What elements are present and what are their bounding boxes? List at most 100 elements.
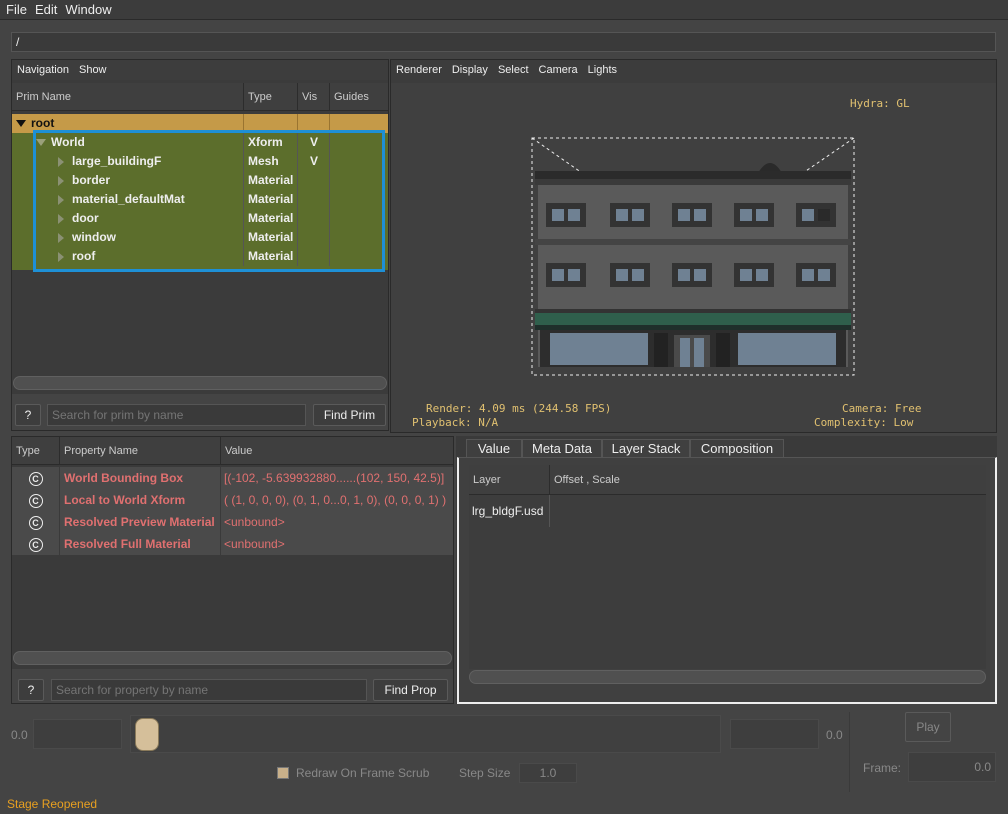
- layer-row[interactable]: lrg_bldgF.usd: [469, 495, 986, 527]
- property-name: Resolved Preview Material: [60, 511, 221, 533]
- prim-type: Material: [244, 190, 298, 209]
- prim-type: Material: [244, 171, 298, 190]
- property-name: World Bounding Box: [60, 467, 221, 489]
- tree-row-material-defaultmat[interactable]: material_defaultMat Material: [12, 190, 388, 209]
- property-name: Local to World Xform: [60, 489, 221, 511]
- menu-display[interactable]: Display: [447, 60, 493, 76]
- prim-browser-panel: Navigation Show Prim Name Type Vis Guides…: [11, 59, 389, 431]
- tree-row-root[interactable]: root: [12, 114, 388, 133]
- expand-right-icon[interactable]: [58, 232, 64, 243]
- tab-layer-stack[interactable]: Layer Stack: [602, 439, 690, 458]
- end-frame-label: 0.0: [826, 728, 843, 742]
- prim-vis[interactable]: V: [298, 133, 330, 152]
- layer-name: lrg_bldgF.usd: [469, 495, 550, 527]
- col-layer[interactable]: Layer: [469, 465, 550, 495]
- menu-renderer[interactable]: Renderer: [391, 60, 447, 76]
- property-row[interactable]: C Resolved Full Material <unbound>: [12, 533, 453, 555]
- end-frame-field[interactable]: [730, 719, 819, 749]
- redraw-label: Redraw On Frame Scrub: [296, 766, 430, 780]
- tree-row-large-buildingf[interactable]: large_buildingF Mesh V: [12, 152, 388, 171]
- frame-slider-handle[interactable]: [135, 718, 159, 751]
- frame-slider-track[interactable]: [130, 715, 721, 753]
- render-time-label: Render: 4.09 ms (244.58 FPS): [426, 402, 612, 415]
- prim-name: large_buildingF: [72, 154, 162, 168]
- find-prop-button[interactable]: Find Prop: [373, 679, 448, 701]
- property-row[interactable]: C Resolved Preview Material <unbound>: [12, 511, 453, 533]
- expand-down-icon[interactable]: [16, 120, 26, 128]
- building-render: [531, 137, 855, 376]
- property-row[interactable]: C World Bounding Box [(-102, -5.63993288…: [12, 467, 453, 489]
- property-header: Type Property Name Value: [12, 437, 453, 465]
- prim-path-field[interactable]: /: [11, 32, 996, 52]
- step-size-field[interactable]: 1.0: [519, 763, 577, 783]
- find-prim-button[interactable]: Find Prim: [313, 404, 386, 426]
- prim-name: World: [51, 135, 85, 149]
- col-property-name[interactable]: Property Name: [60, 437, 221, 465]
- menu-file[interactable]: File: [0, 0, 31, 17]
- viewport-menu: Renderer Display Select Camera Lights: [391, 60, 996, 80]
- tab-meta-data[interactable]: Meta Data: [522, 439, 602, 458]
- computed-property-icon: C: [28, 538, 43, 552]
- property-scrollbar[interactable]: [13, 651, 452, 665]
- frame-label: Frame:: [863, 761, 902, 775]
- start-frame-field[interactable]: [33, 719, 122, 749]
- col-value[interactable]: Value: [221, 437, 453, 465]
- playback-label: Playback: N/A: [412, 416, 499, 429]
- property-row[interactable]: C Local to World Xform ( (1, 0, 0, 0), (…: [12, 489, 453, 511]
- menu-edit[interactable]: Edit: [31, 0, 61, 17]
- menu-select[interactable]: Select: [493, 60, 534, 76]
- redraw-checkbox[interactable]: [277, 767, 289, 779]
- prim-vis[interactable]: V: [298, 152, 330, 171]
- expand-right-icon[interactable]: [58, 175, 64, 186]
- tree-row-window[interactable]: window Material: [12, 228, 388, 247]
- prim-name: border: [72, 173, 111, 187]
- prim-type: Xform: [244, 133, 298, 152]
- computed-property-icon: C: [28, 516, 43, 530]
- layer-scrollbar[interactable]: [469, 670, 986, 684]
- frame-field[interactable]: 0.0: [908, 752, 996, 782]
- col-type[interactable]: Type: [244, 83, 298, 111]
- tree-row-roof[interactable]: roof Material: [12, 247, 388, 266]
- tree-row-world[interactable]: World Xform V: [12, 133, 388, 152]
- expand-down-icon[interactable]: [36, 139, 46, 147]
- layer-table-header: Layer Offset , Scale: [469, 465, 986, 495]
- step-size-label: Step Size: [459, 766, 511, 780]
- tab-value[interactable]: Value: [466, 439, 522, 458]
- property-help-button[interactable]: ?: [18, 679, 44, 701]
- col-vis[interactable]: Vis: [298, 83, 330, 111]
- prim-name: window: [72, 230, 116, 244]
- menu-show[interactable]: Show: [74, 60, 112, 76]
- prim-type: Mesh: [244, 152, 298, 171]
- prim-tree-scrollbar[interactable]: [13, 376, 387, 390]
- menu-bar: File Edit Window: [0, 0, 1008, 20]
- col-prim-name[interactable]: Prim Name: [12, 83, 244, 111]
- menu-lights[interactable]: Lights: [583, 60, 622, 76]
- layer-stack-content: Layer Offset , Scale lrg_bldgF.usd: [457, 457, 997, 704]
- property-name: Resolved Full Material: [60, 533, 221, 555]
- prim-search-input[interactable]: [47, 404, 306, 426]
- col-prop-type[interactable]: Type: [12, 437, 60, 465]
- prim-type: Material: [244, 247, 298, 266]
- status-bar: Stage Reopened: [7, 797, 98, 811]
- prim-help-button[interactable]: ?: [15, 404, 41, 426]
- expand-right-icon[interactable]: [58, 194, 64, 205]
- prim-name: roof: [72, 249, 96, 263]
- expand-right-icon[interactable]: [58, 156, 64, 167]
- tree-row-border[interactable]: border Material: [12, 171, 388, 190]
- expand-right-icon[interactable]: [58, 213, 64, 224]
- tab-composition[interactable]: Composition: [690, 439, 784, 458]
- menu-camera[interactable]: Camera: [534, 60, 583, 76]
- play-button[interactable]: Play: [905, 712, 951, 742]
- property-value: [(-102, -5.639932880......(102, 150, 42.…: [224, 471, 445, 485]
- col-guides[interactable]: Guides: [330, 83, 388, 111]
- timeline-bar: 0.0 0.0 Play Redraw On Frame Scrub Step …: [0, 706, 1008, 794]
- menu-navigation[interactable]: Navigation: [12, 60, 74, 76]
- viewport-panel: Renderer Display Select Camera Lights Hydra:…: [390, 59, 997, 433]
- hydra-label: Hydra: GL: [850, 97, 910, 110]
- property-search-input[interactable]: [51, 679, 367, 701]
- tree-row-door[interactable]: door Material: [12, 209, 388, 228]
- menu-window[interactable]: Window: [61, 0, 115, 17]
- col-offset-scale[interactable]: Offset , Scale: [550, 465, 986, 495]
- viewport-canvas[interactable]: Hydra: GL Render: 4.09 ms (244.58 FPS) P…: [391, 83, 996, 432]
- expand-right-icon[interactable]: [58, 251, 64, 262]
